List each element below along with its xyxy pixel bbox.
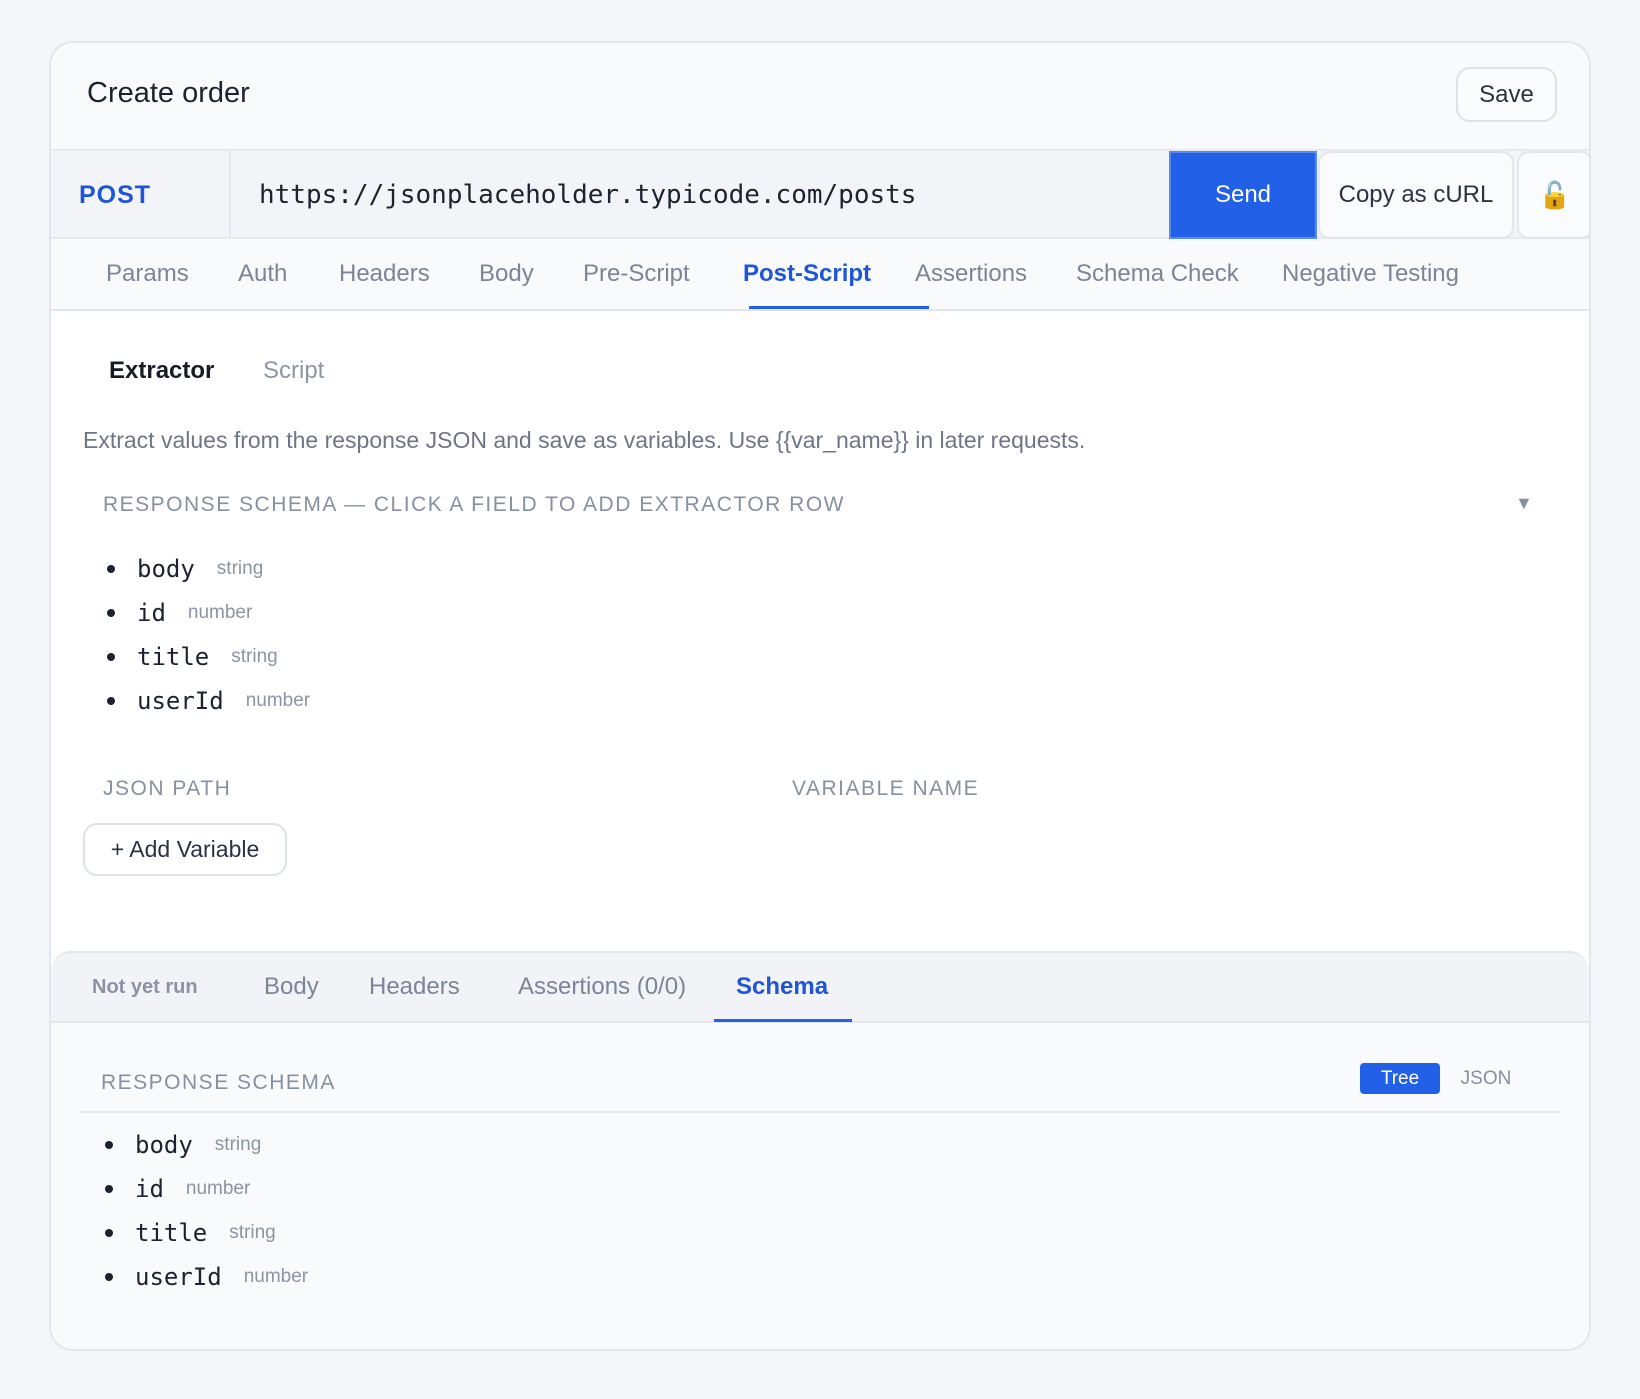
tab-headers[interactable]: Headers [339, 239, 430, 309]
request-title: Create order [87, 77, 250, 109]
view-json-toggle[interactable]: JSON [1453, 1063, 1519, 1094]
field-name: id [137, 599, 166, 627]
extractor-schema-fields: body string id number title string userI… [107, 547, 310, 723]
schema-section-title[interactable]: RESPONSE SCHEMA — CLICK A FIELD TO ADD E… [103, 493, 845, 517]
schema-field: body string [105, 1123, 308, 1167]
schema-field: userId number [105, 1255, 308, 1299]
tab-schema-check[interactable]: Schema Check [1076, 239, 1239, 309]
tab-pre-script[interactable]: Pre-Script [583, 239, 690, 309]
response-tab-body[interactable]: Body [264, 953, 319, 1021]
bullet-icon [105, 1229, 113, 1237]
field-name: title [137, 643, 210, 671]
bullet-icon [107, 697, 115, 705]
field-type: number [245, 690, 311, 711]
field-type: number [187, 602, 253, 623]
collapse-caret-icon[interactable]: ▼ [1515, 493, 1533, 514]
active-tab-indicator [749, 306, 929, 309]
response-panel: Not yet run Body Headers Assertions (0/0… [51, 951, 1589, 1349]
subtab-script[interactable]: Script [263, 357, 324, 385]
send-button[interactable]: Send [1169, 151, 1317, 239]
bullet-icon [107, 653, 115, 661]
field-name: title [135, 1219, 208, 1247]
field-name: userId [137, 687, 224, 715]
response-tab-schema[interactable]: Schema [736, 953, 828, 1021]
tab-negative-testing[interactable]: Negative Testing [1282, 239, 1459, 309]
json-path-header: JSON PATH [103, 777, 232, 800]
variable-name-header: VARIABLE NAME [792, 777, 980, 800]
response-tabs: Not yet run Body Headers Assertions (0/0… [51, 953, 1589, 1023]
view-tree-toggle[interactable]: Tree [1360, 1063, 1440, 1094]
field-name: body [137, 555, 195, 583]
schema-field: title string [105, 1211, 308, 1255]
bullet-icon [107, 609, 115, 617]
schema-field[interactable]: body string [107, 547, 310, 591]
field-name: body [135, 1131, 193, 1159]
tab-assertions[interactable]: Assertions [915, 239, 1027, 309]
field-name: id [135, 1175, 164, 1203]
url-input[interactable]: https://jsonplaceholder.typicode.com/pos… [231, 151, 1215, 239]
request-header: Create order Save [51, 43, 1589, 149]
tab-auth[interactable]: Auth [238, 239, 287, 309]
copy-curl-button[interactable]: Copy as cURL [1318, 151, 1514, 239]
bullet-icon [105, 1273, 113, 1281]
field-type: string [231, 646, 278, 667]
extractor-description: Extract values from the response JSON an… [83, 427, 1086, 453]
schema-field[interactable]: id number [107, 591, 310, 635]
field-type: string [214, 1134, 262, 1155]
tab-body[interactable]: Body [479, 239, 534, 309]
response-tab-assertions[interactable]: Assertions (0/0) [518, 953, 686, 1021]
lock-button[interactable]: 🔓 [1517, 151, 1589, 239]
divider [81, 1111, 1559, 1113]
response-status: Not yet run [92, 975, 198, 998]
field-type: string [216, 558, 264, 579]
schema-field: id number [105, 1167, 308, 1211]
bullet-icon [107, 565, 115, 573]
unlock-icon: 🔓 [1538, 179, 1572, 210]
field-type: number [185, 1178, 251, 1199]
bullet-icon [105, 1185, 113, 1193]
method-select[interactable]: POST [51, 151, 231, 239]
field-type: string [229, 1222, 276, 1243]
tab-params[interactable]: Params [106, 239, 189, 309]
response-tab-headers[interactable]: Headers [369, 953, 460, 1021]
post-script-panel: Extractor Script Extract values from the… [51, 311, 1589, 991]
add-variable-button[interactable]: + Add Variable [83, 823, 287, 876]
tab-post-script[interactable]: Post-Script [743, 239, 871, 309]
field-type: number [243, 1266, 309, 1287]
field-name: userId [135, 1263, 222, 1291]
bullet-icon [105, 1141, 113, 1149]
schema-field[interactable]: title string [107, 635, 310, 679]
save-button[interactable]: Save [1456, 67, 1557, 122]
response-schema-title: RESPONSE SCHEMA [101, 1071, 336, 1094]
subtab-extractor[interactable]: Extractor [109, 357, 214, 385]
response-schema-fields: body string id number title string userI… [105, 1123, 308, 1299]
schema-field[interactable]: userId number [107, 679, 310, 723]
request-tabs: Params Auth Headers Body Pre-Script Post… [51, 239, 1589, 311]
url-bar: POST https://jsonplaceholder.typicode.co… [51, 149, 1589, 239]
active-response-tab-indicator [714, 1019, 852, 1022]
request-card: Create order Save POST https://jsonplace… [49, 41, 1591, 1351]
